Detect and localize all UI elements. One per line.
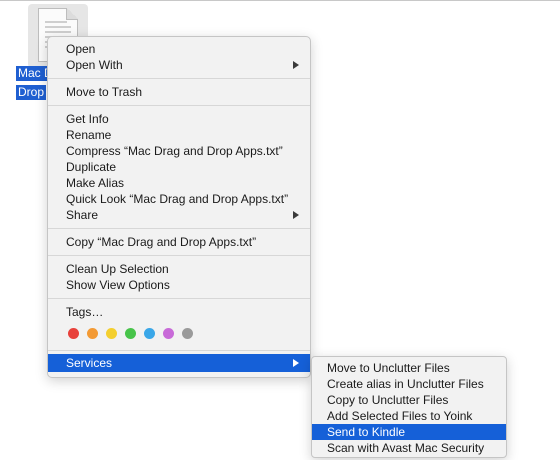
tag-color-dot[interactable] (68, 327, 79, 339)
tag-color-dot[interactable] (106, 327, 117, 339)
menu-separator (48, 350, 310, 351)
menu-item-quick-look[interactable]: Quick Look “Mac Drag and Drop Apps.txt” (48, 191, 310, 207)
menu-item-copy[interactable]: Copy “Mac Drag and Drop Apps.txt” (48, 234, 310, 250)
menu-item-duplicate[interactable]: Duplicate (48, 159, 310, 175)
menu-separator (48, 255, 310, 256)
submenu-item[interactable]: Copy to Unclutter Files (312, 392, 506, 408)
menu-item-label: Show View Options (66, 278, 170, 292)
menu-item-rename[interactable]: Rename (48, 127, 310, 143)
submenu-item[interactable]: Send to Kindle (312, 424, 506, 440)
chevron-right-icon (293, 359, 299, 367)
menu-item-label: Make Alias (66, 176, 125, 190)
context-menu: Open Open With Move to Trash Get Info Re… (47, 36, 311, 378)
tag-color-row (48, 322, 310, 344)
menu-item-clean-up-selection[interactable]: Clean Up Selection (48, 261, 310, 277)
chevron-right-icon (293, 61, 299, 69)
services-submenu: Move to Unclutter Files Create alias in U… (311, 356, 507, 458)
file-name-line-2: Drop (16, 85, 47, 100)
menu-item-label: Open With (66, 58, 123, 72)
menu-item-label: Clean Up Selection (66, 262, 169, 276)
menu-item-label: Duplicate (66, 160, 117, 174)
menu-item-label: Move to Trash (66, 85, 143, 99)
menu-item-label: Copy “Mac Drag and Drop Apps.txt” (66, 235, 257, 249)
menu-item-tags[interactable]: Tags… (48, 304, 310, 320)
menu-separator (48, 228, 310, 229)
menu-separator (48, 298, 310, 299)
submenu-item[interactable]: Move to Unclutter Files (312, 360, 506, 376)
tag-color-dot[interactable] (182, 327, 193, 339)
menu-item-open[interactable]: Open (48, 41, 310, 57)
tag-color-dot[interactable] (87, 327, 98, 339)
tag-color-dot[interactable] (125, 327, 136, 339)
submenu-item[interactable]: Add Selected Files to Yoink (312, 408, 506, 424)
menu-item-services[interactable]: Services (48, 354, 310, 372)
menu-item-label: Get Info (66, 112, 109, 126)
menu-item-share[interactable]: Share (48, 207, 310, 223)
chevron-right-icon (293, 211, 299, 219)
menu-item-label: Rename (66, 128, 112, 142)
menu-item-label: Open (66, 42, 96, 56)
submenu-item[interactable]: Create alias in Unclutter Files (312, 376, 506, 392)
menu-item-show-view-options[interactable]: Show View Options (48, 277, 310, 293)
window-top-border (0, 0, 560, 1)
menu-item-make-alias[interactable]: Make Alias (48, 175, 310, 191)
menu-item-move-to-trash[interactable]: Move to Trash (48, 84, 310, 100)
menu-item-label: Compress “Mac Drag and Drop Apps.txt” (66, 144, 283, 158)
menu-item-label: Share (66, 208, 99, 222)
doc-line (45, 31, 71, 33)
doc-line (45, 26, 71, 28)
menu-item-label: Tags… (66, 305, 104, 319)
tag-color-dot[interactable] (163, 327, 174, 339)
tag-color-dot[interactable] (144, 327, 155, 339)
menu-item-get-info[interactable]: Get Info (48, 111, 310, 127)
doc-line (45, 21, 67, 23)
submenu-item[interactable]: Scan with Avast Mac Security (312, 440, 506, 456)
menu-item-label: Services (66, 356, 113, 370)
menu-item-open-with[interactable]: Open With (48, 57, 310, 73)
menu-separator (48, 105, 310, 106)
menu-separator (48, 78, 310, 79)
menu-item-compress[interactable]: Compress “Mac Drag and Drop Apps.txt” (48, 143, 310, 159)
menu-item-label: Quick Look “Mac Drag and Drop Apps.txt” (66, 192, 289, 206)
